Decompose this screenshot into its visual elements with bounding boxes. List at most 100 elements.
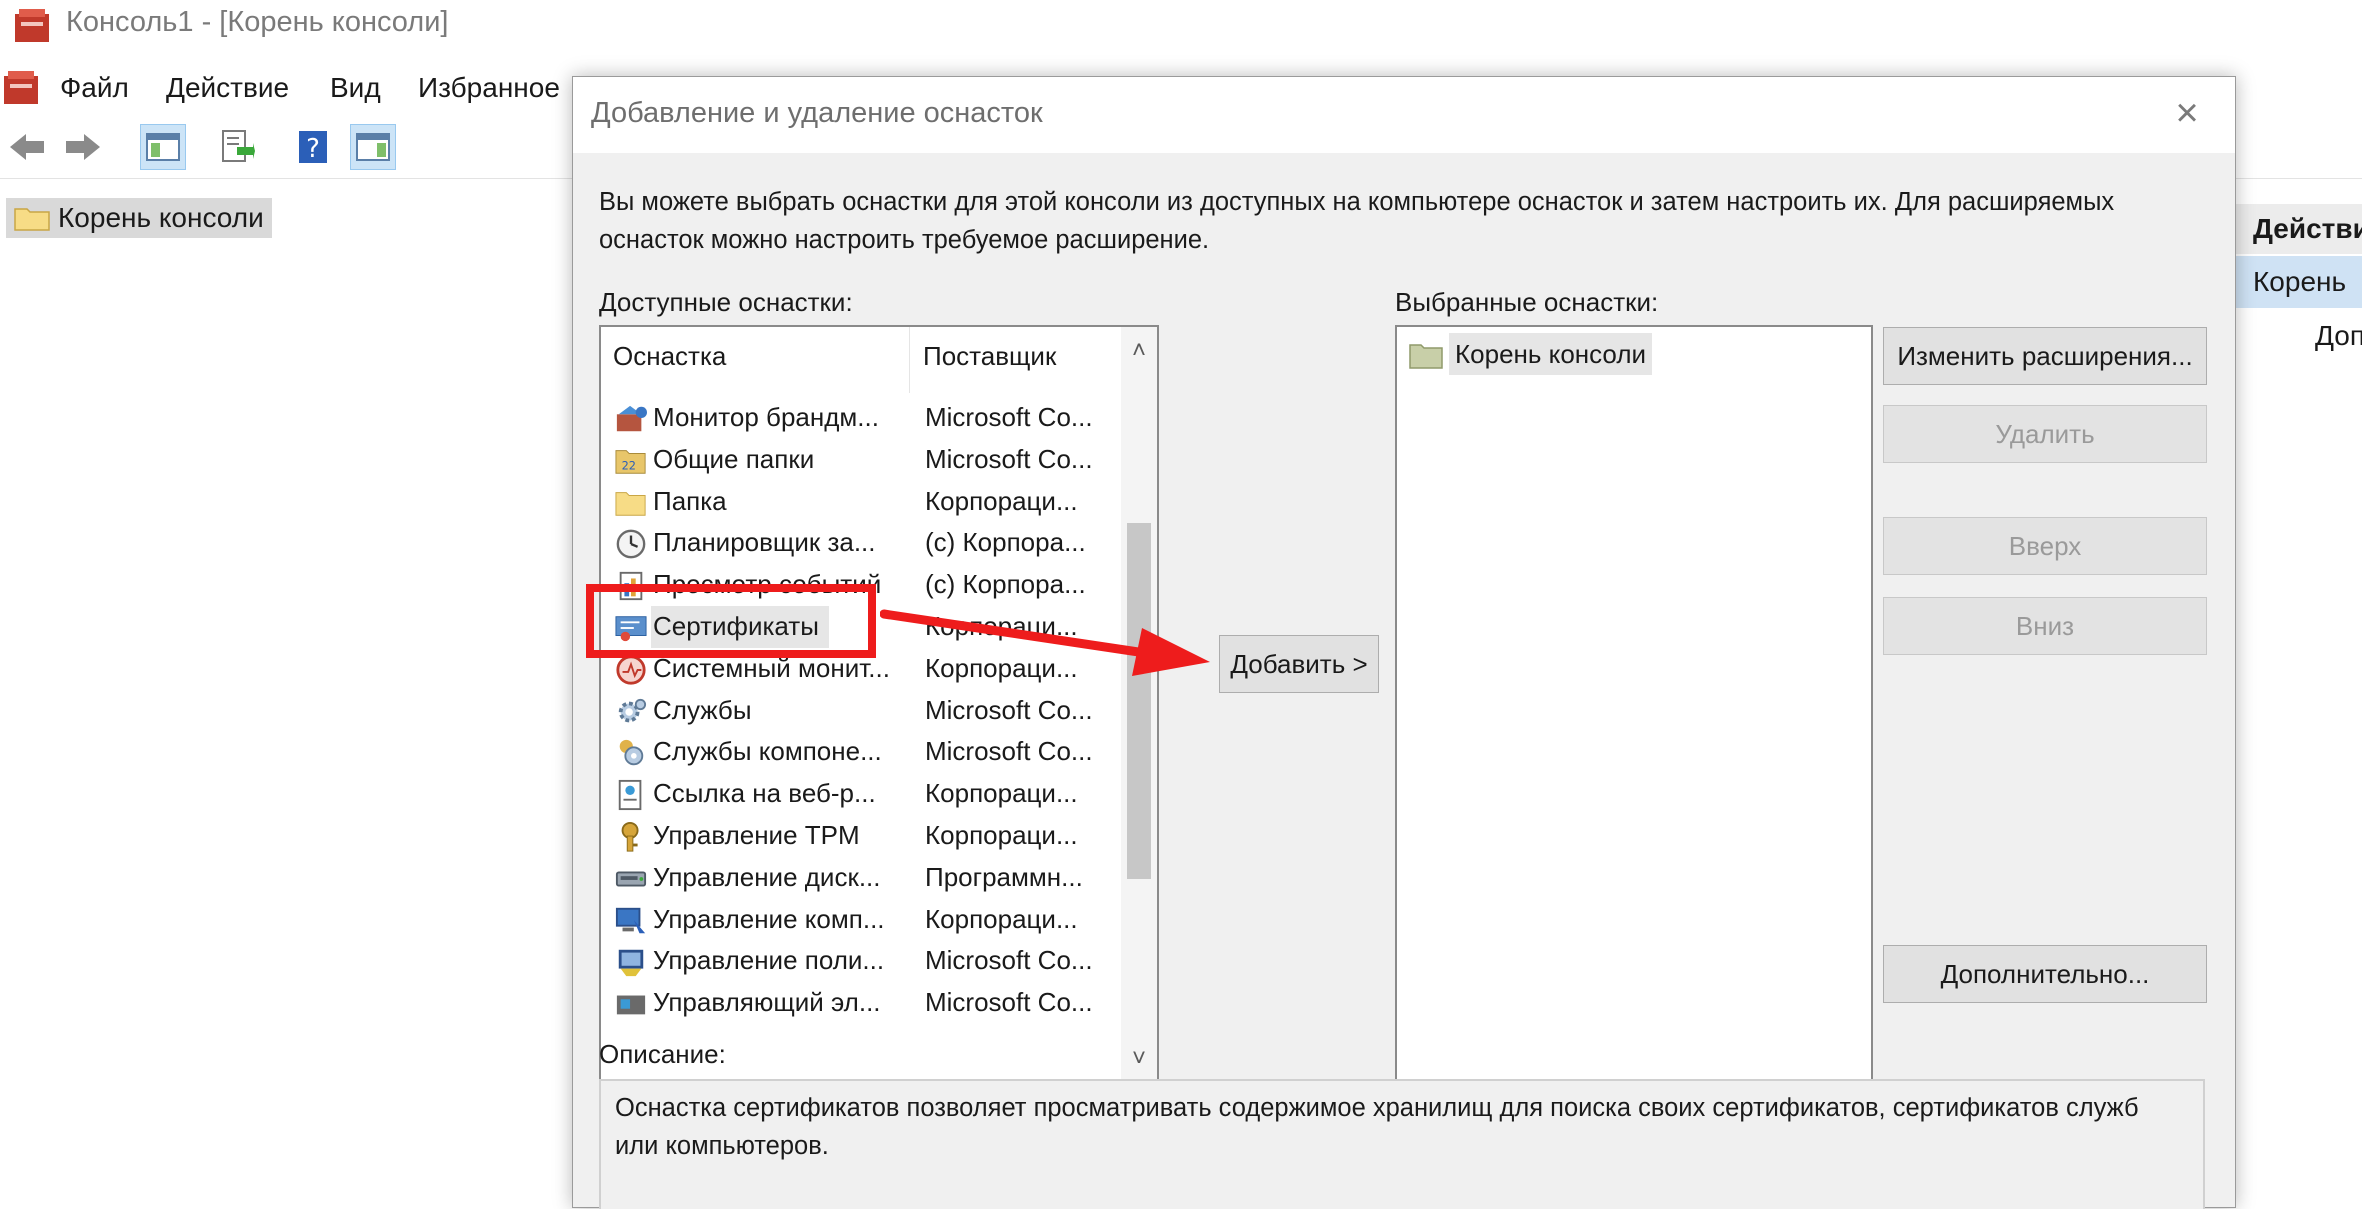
snapin-row[interactable]: Управление TPM Корпораци... <box>613 815 1133 857</box>
mmc-app-icon <box>15 9 49 42</box>
snapin-name: Управление диск... <box>653 861 881 892</box>
forward-button[interactable] <box>60 124 106 170</box>
snapin-name: Общие папки <box>653 443 815 474</box>
web-link-icon <box>618 780 642 811</box>
snapin-vendor: Корпораци... <box>925 778 1078 809</box>
snapin-row[interactable]: Службы Microsoft Co... <box>613 690 1133 732</box>
snapin-vendor: (с) Корпора... <box>925 527 1086 558</box>
selected-item-console-root[interactable]: Корень консоли <box>1409 333 1809 375</box>
svg-text:22: 22 <box>622 459 636 472</box>
remove-button[interactable]: Удалить <box>1883 405 2207 463</box>
snapin-row[interactable]: Планировщик за... (с) Корпора... <box>613 522 1133 564</box>
tpm-key-icon <box>621 821 639 852</box>
description-text: Оснастка сертификатов позволяет просматр… <box>615 1094 2139 1160</box>
available-snapins-label: Доступные оснастки: <box>599 287 853 317</box>
column-header-vendor[interactable]: Поставщик <box>923 341 1056 372</box>
snapin-vendor: Microsoft Co... <box>925 736 1093 767</box>
scroll-down-icon[interactable]: ˅ <box>1121 1045 1157 1073</box>
help-button[interactable]: ? <box>290 124 336 170</box>
console-tree-icon <box>146 133 180 161</box>
selected-snapins-list[interactable]: Корень консоли <box>1395 325 1873 1085</box>
snapin-row[interactable]: Управление поли... Microsoft Co... <box>613 940 1133 982</box>
window-title: Консоль1 - [Корень консоли] <box>66 6 449 38</box>
snapin-row[interactable]: Управляющий эл... Microsoft Co... <box>613 982 1133 1024</box>
move-down-button[interactable]: Вниз <box>1883 597 2207 655</box>
snapin-row[interactable]: Монитор брандм... Microsoft Co... <box>613 397 1133 439</box>
snapin-vendor: Microsoft Co... <box>925 402 1093 432</box>
actions-pane: Действи Корень Доп <box>2234 190 2362 1208</box>
close-icon[interactable]: × <box>2165 91 2209 135</box>
edit-extensions-button[interactable]: Изменить расширения... <box>1883 327 2207 385</box>
snapin-name: Монитор брандм... <box>653 402 879 432</box>
snapin-name: Службы компоне... <box>653 736 882 767</box>
control-icon <box>616 995 646 1015</box>
snapin-row[interactable]: Службы компоне... Microsoft Co... <box>613 731 1133 773</box>
menu-file[interactable]: Файл <box>60 72 129 104</box>
firewall-icon <box>616 405 647 432</box>
move-up-button[interactable]: Вверх <box>1883 517 2207 575</box>
snapin-row[interactable]: Ссылка на веб-р... Корпораци... <box>613 773 1133 815</box>
folder-icon <box>1409 344 1443 369</box>
description-box: Оснастка сертификатов позволяет просматр… <box>599 1079 2205 1209</box>
system-menu-icon[interactable] <box>2 68 42 108</box>
snapin-row[interactable]: 22 Общие папки Microsoft Co... <box>613 439 1133 481</box>
description-label: Описание: <box>599 1039 726 1069</box>
snapin-vendor: Microsoft Co... <box>925 945 1093 976</box>
system-monitor-icon <box>616 655 646 685</box>
highlight-box <box>586 584 876 658</box>
selected-snapins-label: Выбранные оснастки: <box>1395 287 1659 317</box>
actions-item-root[interactable]: Корень <box>2235 256 2362 308</box>
forward-arrow-icon <box>66 134 100 160</box>
window-titlebar: Консоль1 - [Корень консоли] <box>0 0 2362 56</box>
menu-favorites[interactable]: Избранное <box>418 72 560 104</box>
snapin-row[interactable]: Управление диск... Программн... <box>613 857 1133 899</box>
annotation-arrow-icon <box>880 609 1210 676</box>
snapin-vendor: Корпораци... <box>925 820 1078 850</box>
snapin-vendor: Программн... <box>925 861 1083 892</box>
list-scrollbar[interactable]: ˄ ˅ <box>1121 327 1157 1083</box>
export-list-button[interactable] <box>214 124 260 170</box>
back-button[interactable] <box>4 124 50 170</box>
scroll-up-icon[interactable]: ˄ <box>1121 337 1157 365</box>
export-list-icon <box>222 130 255 162</box>
show-action-pane-button[interactable] <box>350 124 396 170</box>
menu-bar: Файл Действие Вид Избранное <box>0 66 580 114</box>
snapin-row[interactable]: Папка Корпораци... <box>613 481 1133 523</box>
folder-icon <box>615 491 646 516</box>
snapin-name: Планировщик за... <box>653 527 876 558</box>
dialog-title: Добавление и удаление оснасток <box>591 97 1043 129</box>
component-services-icon <box>619 740 644 766</box>
action-pane-icon <box>356 133 390 161</box>
snapin-name: Управляющий эл... <box>653 987 881 1018</box>
toolbar: ? <box>0 120 580 180</box>
menu-action[interactable]: Действие <box>166 72 289 104</box>
snapin-name: Управление поли... <box>653 945 885 976</box>
snapin-name: Ссылка на веб-р... <box>653 778 876 809</box>
actions-header: Действи <box>2235 204 2362 254</box>
console-tree: Корень консоли <box>0 190 570 1208</box>
add-button[interactable]: Добавить > <box>1219 635 1379 693</box>
menu-view[interactable]: Вид <box>330 72 381 104</box>
column-header-snapin[interactable]: Оснастка <box>613 341 726 372</box>
services-gear-icon <box>618 698 647 722</box>
clock-icon <box>616 530 646 559</box>
help-icon: ? <box>299 131 327 164</box>
dialog-titlebar: Добавление и удаление оснасток × <box>573 77 2235 153</box>
snapin-vendor: Microsoft Co... <box>925 987 1093 1018</box>
tree-item-console-root[interactable]: Корень консоли <box>6 198 272 238</box>
available-snapins-list[interactable]: Оснастка Поставщик Монитор брандм... Micr… <box>599 325 1159 1085</box>
advanced-button[interactable]: Дополнительно... <box>1883 945 2207 1003</box>
scrollbar-thumb[interactable] <box>1127 523 1151 879</box>
show-hide-tree-button[interactable] <box>140 124 186 170</box>
snapin-row[interactable]: Управление комп... Корпораци... <box>613 899 1133 941</box>
snapin-name: Управление комп... <box>653 903 885 934</box>
computer-management-icon <box>615 907 646 933</box>
snapin-vendor: Microsoft Co... <box>925 443 1093 474</box>
folder-icon <box>14 208 50 231</box>
policy-icon <box>618 950 644 977</box>
snapin-vendor: Корпораци... <box>925 485 1078 516</box>
disk-icon <box>615 871 647 887</box>
actions-sub-item[interactable]: Доп <box>2315 320 2362 352</box>
tree-item-label: Корень консоли <box>58 202 264 233</box>
selected-item-label: Корень консоли <box>1449 333 1653 375</box>
